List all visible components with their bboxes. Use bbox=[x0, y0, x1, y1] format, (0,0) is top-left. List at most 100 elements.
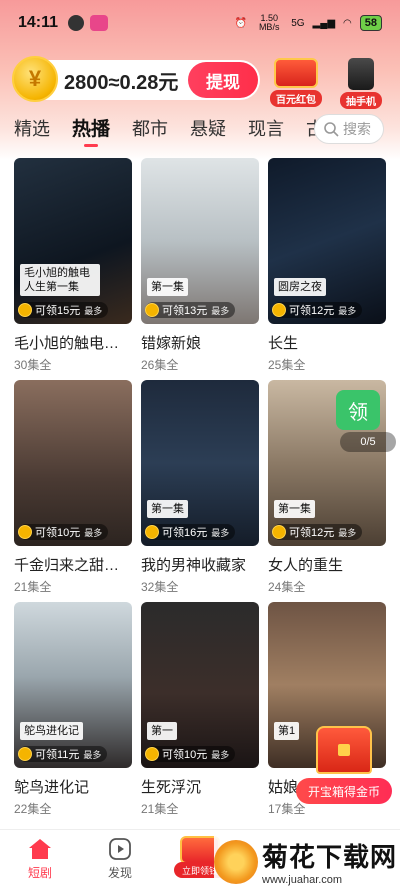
show-card[interactable]: 鸵鸟进化记 可领11元 最多 鸵鸟进化记 22集全 bbox=[14, 602, 132, 817]
withdraw-button[interactable]: 提现 bbox=[188, 62, 258, 98]
reward-most: 最多 bbox=[211, 749, 230, 760]
tab-mystery[interactable]: 悬疑 bbox=[190, 115, 226, 141]
reward-badge: 可领11元 最多 bbox=[18, 746, 108, 762]
episode-count: 24集全 bbox=[268, 580, 306, 594]
show-title: 我的男神收藏家 bbox=[141, 557, 247, 574]
flower-logo-icon bbox=[214, 839, 258, 884]
phone-draw-promo[interactable]: 抽手机 bbox=[340, 58, 382, 109]
wifi-icon: ◠ bbox=[343, 17, 352, 29]
episode-count: 21集全 bbox=[141, 802, 179, 816]
show-poster: 第一集 可领13元 最多 bbox=[141, 158, 259, 324]
penguin-icon bbox=[68, 15, 85, 31]
episode-count: 30集全 bbox=[14, 358, 52, 372]
play-icon bbox=[109, 838, 131, 860]
coin-icon bbox=[18, 303, 32, 317]
reward-badge: 可领10元 最多 bbox=[145, 746, 236, 762]
show-card[interactable]: 毛小旭的触电人生第一集 可领15元 最多 毛小旭的触电… 30集全 bbox=[14, 158, 132, 373]
signal-icon: ▂▄▆ bbox=[312, 17, 336, 29]
show-card[interactable]: 第一 可领10元 最多 生死浮沉 21集全 bbox=[141, 602, 259, 817]
reward-most: 最多 bbox=[83, 749, 102, 760]
phone-draw-label: 抽手机 bbox=[340, 92, 382, 109]
reward-text: 可领16元 bbox=[162, 527, 208, 539]
poster-caption: 鸵鸟进化记 bbox=[20, 722, 83, 740]
episode-count: 22集全 bbox=[14, 802, 52, 816]
reward-text: 可领10元 bbox=[35, 527, 81, 539]
show-card[interactable]: 可领10元 最多 千金归来之甜… 21集全 bbox=[14, 380, 132, 595]
coin-icon bbox=[18, 525, 32, 539]
wallet-amount: 2800≈0.28元 bbox=[64, 71, 179, 94]
show-card[interactable]: 第一集 可领16元 最多 我的男神收藏家 32集全 bbox=[141, 380, 259, 595]
show-poster: 圆房之夜 可领12元 最多 bbox=[268, 158, 386, 324]
reward-badge: 可领13元 最多 bbox=[145, 302, 236, 318]
reward-badge: 可领12元 最多 bbox=[272, 524, 363, 540]
episode-count: 21集全 bbox=[14, 580, 52, 594]
tab-featured[interactable]: 精选 bbox=[14, 115, 50, 141]
wallet-bar[interactable]: ¥ 2800≈0.28元 提现 bbox=[12, 56, 260, 102]
show-title: 女人的重生 bbox=[268, 557, 344, 574]
poster-caption: 毛小旭的触电人生第一集 bbox=[20, 264, 100, 296]
show-title: 鸵鸟进化记 bbox=[14, 779, 90, 796]
show-title: 千金归来之甜… bbox=[14, 557, 120, 574]
poster-caption: 第一集 bbox=[147, 278, 188, 296]
watermark-url: www.juahar.com bbox=[262, 874, 343, 886]
reward-text: 可领12元 bbox=[289, 527, 335, 539]
search-icon bbox=[324, 122, 339, 137]
phone-icon bbox=[348, 58, 374, 90]
show-title: 错嫁新娘 bbox=[141, 335, 202, 352]
poster-caption: 第一 bbox=[147, 722, 177, 740]
app-notification-icon bbox=[90, 15, 109, 31]
red-packet-label: 百元红包 bbox=[270, 90, 322, 107]
coin-icon bbox=[145, 303, 159, 317]
show-poster: 可领10元 最多 bbox=[14, 380, 132, 546]
red-packet-icon bbox=[274, 58, 318, 88]
red-packet-promo[interactable]: 百元红包 bbox=[270, 58, 322, 107]
episode-count: 32集全 bbox=[141, 580, 179, 594]
status-bar: 14:11 ⏰ 1.50 MB/s 5G ▂▄▆ ◠ 58 bbox=[0, 0, 400, 46]
reward-badge: 可领15元 最多 bbox=[18, 302, 109, 318]
poster-caption: 第一集 bbox=[147, 500, 188, 518]
tab-urban[interactable]: 都市 bbox=[132, 115, 168, 141]
reward-most: 最多 bbox=[338, 305, 357, 316]
reward-most: 最多 bbox=[338, 527, 357, 538]
poster-caption: 第一集 bbox=[274, 500, 315, 518]
watermark-name: 菊花下载网 bbox=[262, 842, 398, 872]
coin-icon bbox=[272, 303, 286, 317]
reward-most: 最多 bbox=[84, 305, 103, 316]
task-icon[interactable]: 领 bbox=[336, 390, 380, 430]
show-title: 长生 bbox=[268, 335, 299, 352]
treasure-chest-icon bbox=[316, 726, 372, 774]
reward-text: 可领12元 bbox=[289, 305, 335, 317]
show-poster: 鸵鸟进化记 可领11元 最多 bbox=[14, 602, 132, 768]
net-speed: 1.50 MB/s bbox=[258, 13, 280, 32]
alarm-icon: ⏰ bbox=[234, 17, 248, 29]
reward-most: 最多 bbox=[84, 527, 103, 538]
reward-text: 可领15元 bbox=[35, 305, 81, 317]
category-tabs: 精选 热播 都市 悬疑 现言 古 bbox=[14, 114, 316, 141]
reward-most: 最多 bbox=[211, 527, 230, 538]
tab-hot[interactable]: 热播 bbox=[72, 114, 110, 141]
nav-discover-label: 发现 bbox=[107, 866, 132, 880]
tab-modern-romance[interactable]: 现言 bbox=[248, 115, 284, 141]
open-treasure-button[interactable]: 开宝箱得金币 bbox=[296, 778, 392, 804]
treasure-widget[interactable]: 开宝箱得金币 bbox=[296, 726, 392, 804]
poster-caption: 圆房之夜 bbox=[274, 278, 326, 296]
nav-discover[interactable]: 发现 bbox=[90, 838, 150, 881]
show-card[interactable]: 第一集 可领13元 最多 错嫁新娘 26集全 bbox=[141, 158, 259, 373]
nav-short-drama[interactable]: 短剧 bbox=[10, 838, 70, 881]
search-box[interactable]: 搜索 bbox=[314, 114, 384, 144]
reward-text: 可领10元 bbox=[162, 749, 208, 761]
show-poster: 第一集 可领16元 最多 bbox=[141, 380, 259, 546]
show-poster: 第一 可领10元 最多 bbox=[141, 602, 259, 768]
episode-count: 26集全 bbox=[141, 358, 179, 372]
watermark: 菊花下载网 www.juahar.com bbox=[214, 834, 400, 889]
page-indicator: 0/5 bbox=[340, 432, 396, 452]
search-placeholder: 搜索 bbox=[343, 121, 371, 137]
coin-icon bbox=[145, 747, 159, 761]
episode-count: 25集全 bbox=[268, 358, 306, 372]
reward-badge: 可领16元 最多 bbox=[145, 524, 236, 540]
signal-label: 5G bbox=[291, 17, 305, 29]
home-icon bbox=[29, 839, 51, 859]
show-card[interactable]: 圆房之夜 可领12元 最多 长生 25集全 bbox=[268, 158, 386, 373]
status-time: 14:11 bbox=[18, 14, 59, 31]
coin-icon: ¥ bbox=[12, 56, 58, 102]
